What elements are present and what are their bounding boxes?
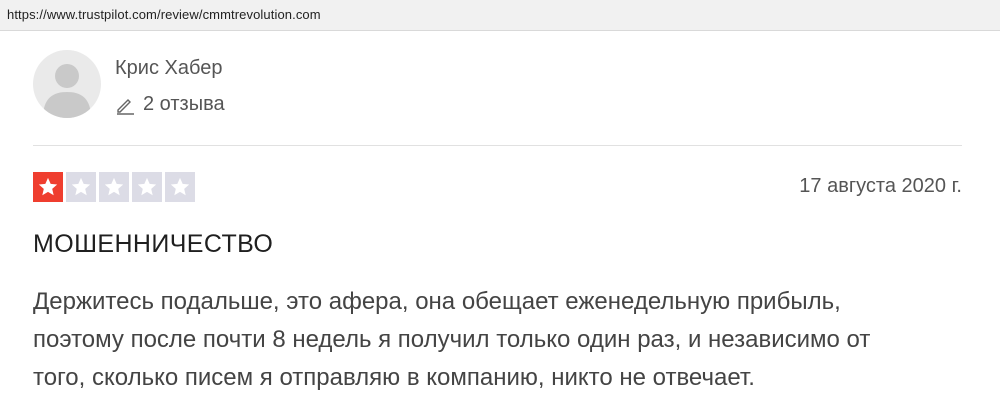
url-text[interactable]: https://www.trustpilot.com/review/cmmtre… — [7, 7, 321, 22]
reviewer-review-count: 2 отзыва — [115, 93, 225, 116]
pencil-icon — [117, 98, 134, 115]
star-icon — [137, 177, 157, 196]
review-date: 17 августа 2020 г. — [799, 175, 962, 197]
review-title[interactable]: МОШЕННИЧЕСТВО — [33, 230, 273, 259]
star-2 — [66, 172, 96, 202]
star-icon — [104, 177, 124, 196]
star-rating — [33, 172, 195, 202]
star-icon — [38, 177, 58, 196]
star-5 — [165, 172, 195, 202]
star-1 — [33, 172, 63, 202]
review-body: Держитесь подальше, это афера, она обеща… — [33, 283, 983, 397]
review-count-label: 2 отзыва — [143, 93, 225, 115]
star-4 — [132, 172, 162, 202]
divider — [33, 145, 962, 146]
star-3 — [99, 172, 129, 202]
review-body-line: того, сколько писем я отправляю в компан… — [33, 364, 755, 391]
user-silhouette-icon — [43, 64, 91, 118]
review-body-line: поэтому после почти 8 недель я получил т… — [33, 326, 871, 353]
star-icon — [71, 177, 91, 196]
address-bar[interactable]: https://www.trustpilot.com/review/cmmtre… — [0, 0, 1000, 31]
avatar[interactable] — [33, 50, 101, 118]
review-body-line: Держитесь подальше, это афера, она обеща… — [33, 288, 841, 315]
reviewer-name[interactable]: Крис Хабер — [115, 57, 222, 80]
star-icon — [170, 177, 190, 196]
